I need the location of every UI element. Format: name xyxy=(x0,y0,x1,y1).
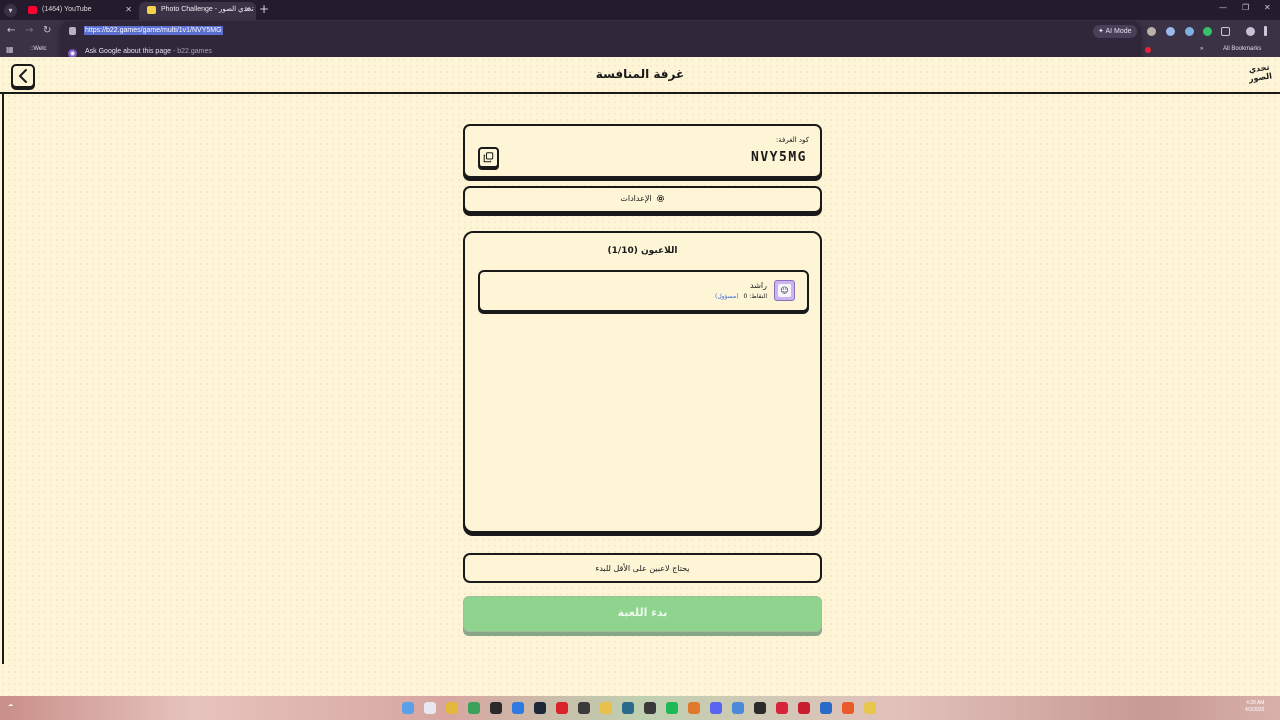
terminal-icon[interactable] xyxy=(490,702,502,714)
player-list-item: ☺ راشد النقاط: 0 (مسؤول) xyxy=(478,270,809,312)
all-bookmarks-button[interactable]: All Bookmarks xyxy=(1223,46,1261,52)
url-input[interactable]: https://b22.games/game/multi/1v1/NVY5MG xyxy=(84,26,223,35)
suggestion-text: Ask Google about this page xyxy=(85,48,172,55)
search-icon[interactable] xyxy=(424,702,436,714)
clock-date: 4/3/2026 xyxy=(1245,707,1265,713)
left-border xyxy=(2,94,4,664)
copy-code-button[interactable] xyxy=(478,147,499,168)
app-icon[interactable] xyxy=(776,702,788,714)
tab-youtube[interactable]: (1464) YouTube ✕ xyxy=(20,2,137,20)
bookmarks-overflow-icon[interactable]: » xyxy=(1200,46,1203,52)
recording-dot-icon xyxy=(1145,47,1151,53)
room-code-card: كود الغرفة: NVY5MG xyxy=(463,124,822,178)
app-icon[interactable] xyxy=(754,702,766,714)
page-header: غرفة المنافسة تحدي الصور xyxy=(0,57,1280,94)
start-game-button[interactable]: بدء اللعبة xyxy=(463,596,822,632)
site-info-icon[interactable] xyxy=(69,27,76,35)
window-close-icon[interactable]: ✕ xyxy=(1264,3,1271,12)
extension-icon[interactable] xyxy=(1147,27,1156,36)
min-players-notice: يحتاج لاعبين على الأقل للبدء xyxy=(463,553,822,583)
admin-badge: (مسؤول) xyxy=(714,293,739,300)
steam-icon[interactable] xyxy=(534,702,546,714)
close-tab-icon[interactable]: ✕ xyxy=(125,2,132,18)
tab-title: (1464) YouTube xyxy=(42,6,92,13)
app-icon[interactable] xyxy=(688,702,700,714)
tab-title: Photo Challenge - تحدي الصور xyxy=(161,6,254,13)
app-icon[interactable] xyxy=(820,702,832,714)
system-clock[interactable]: 4:28 AM 4/3/2026 xyxy=(1245,700,1264,714)
game-logo[interactable]: تحدي الصور xyxy=(1244,62,1277,88)
player-name: راشد xyxy=(750,281,767,290)
ai-mode-button[interactable]: ✦ AI Mode xyxy=(1093,25,1137,38)
clock-time: 4:28 AM xyxy=(1246,700,1265,706)
maximize-icon[interactable]: ❐ xyxy=(1242,3,1249,12)
ai-mode-label: AI Mode xyxy=(1105,28,1132,35)
page-title: غرفة المنافسة xyxy=(595,67,685,81)
more-menu-icon[interactable] xyxy=(1264,26,1267,36)
app-icon[interactable] xyxy=(578,702,590,714)
avatar-face-icon: ☺ xyxy=(778,284,791,297)
room-code-value: NVY5MG xyxy=(751,150,807,165)
min-players-text: يحتاج لاعبين على الأقل للبدء xyxy=(595,564,690,573)
room-code-label: كود الغرفة: xyxy=(775,136,809,144)
shield-icon[interactable] xyxy=(1203,27,1212,36)
chrome-icon[interactable] xyxy=(732,702,744,714)
browser-tab-strip: ▾ (1464) YouTube ✕ Photo Challenge - تحد… xyxy=(0,0,1280,20)
game-page: غرفة المنافسة تحدي الصور كود الغرفة: NVY… xyxy=(0,57,1280,696)
start-game-label: بدء اللعبة xyxy=(617,606,668,619)
player-points: النقاط: 0 xyxy=(743,293,767,300)
youtube-icon xyxy=(28,6,37,14)
new-tab-button[interactable]: + xyxy=(259,2,269,17)
tab-search-icon[interactable]: ▾ xyxy=(4,4,17,17)
folder-icon[interactable] xyxy=(600,702,612,714)
suggestion-source: b22.games xyxy=(177,48,212,55)
start-icon[interactable] xyxy=(402,702,414,714)
forward-nav-icon[interactable]: → xyxy=(25,24,33,38)
os-taskbar: ☁ 4:28 AM 4/3/2026 xyxy=(0,696,1280,720)
minimize-icon[interactable]: — xyxy=(1219,3,1227,12)
weather-widget[interactable]: ☁ xyxy=(8,702,13,708)
player-avatar: ☺ xyxy=(774,280,795,301)
bookmark-item[interactable]: ::Welc xyxy=(30,46,47,52)
copy-icon xyxy=(483,152,494,163)
spotify-icon[interactable] xyxy=(666,702,678,714)
app-icon[interactable] xyxy=(512,702,524,714)
settings-label: الإعدادات xyxy=(620,194,652,203)
players-count-title: اللاعبون (1/10) xyxy=(607,246,678,256)
discord-icon[interactable] xyxy=(710,702,722,714)
close-tab-icon[interactable]: ✕ xyxy=(244,2,251,18)
xbox-icon[interactable] xyxy=(468,702,480,714)
app-icon[interactable] xyxy=(556,702,568,714)
tab-photo-challenge[interactable]: Photo Challenge - تحدي الصور ✕ xyxy=(139,2,256,20)
brave-icon[interactable] xyxy=(842,702,854,714)
site-favicon-icon xyxy=(147,6,156,14)
extension-icon[interactable] xyxy=(1166,27,1175,36)
settings-button[interactable]: الإعدادات xyxy=(463,186,822,213)
gear-icon xyxy=(656,194,664,203)
apps-grid-icon[interactable]: ▦ xyxy=(6,45,14,54)
app-icon[interactable] xyxy=(644,702,656,714)
back-nav-icon[interactable]: ← xyxy=(7,24,15,38)
app-icon[interactable] xyxy=(864,702,876,714)
app-icon[interactable] xyxy=(798,702,810,714)
app-icon[interactable] xyxy=(446,702,458,714)
players-panel: اللاعبون (1/10) ☺ راشد النقاط: 0 (مسؤول) xyxy=(463,231,822,533)
extension-icon[interactable] xyxy=(1185,27,1194,36)
extensions-puzzle-icon[interactable] xyxy=(1221,27,1230,36)
profile-avatar[interactable] xyxy=(1246,27,1255,36)
reload-icon[interactable]: ↻ xyxy=(43,24,51,38)
app-icon[interactable] xyxy=(622,702,634,714)
